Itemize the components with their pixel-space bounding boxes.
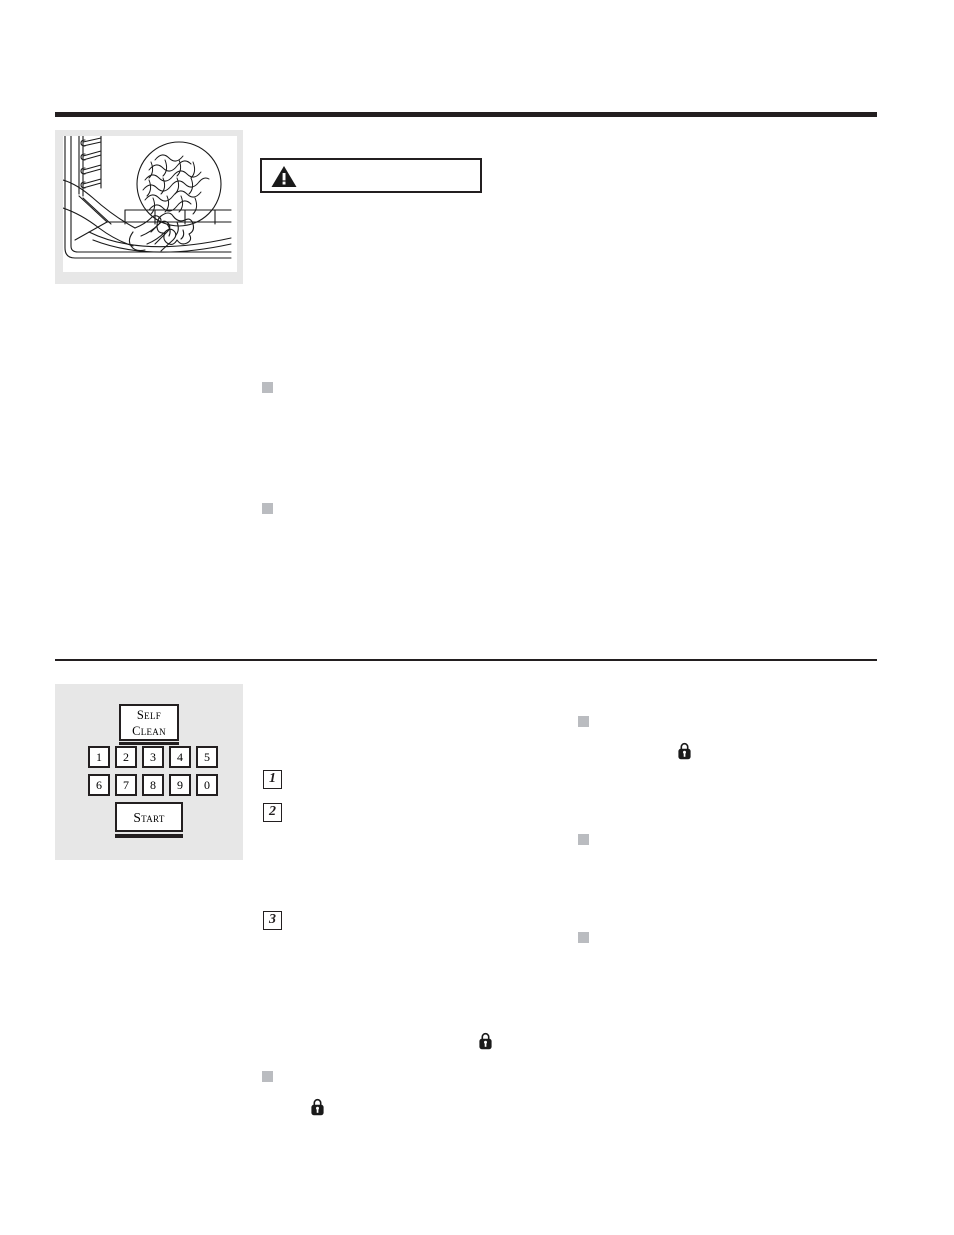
start-underline [115,834,183,838]
keypad-key-7[interactable]: 7 [115,774,137,796]
square-bullet [262,503,273,514]
keypad-key-0[interactable]: 0 [196,774,218,796]
door-lock-icon [678,742,691,760]
keypad-key-1[interactable]: 1 [88,746,110,768]
hand-wiping-oven-door-gasket-illustration [55,130,243,284]
warning-triangle-icon [271,166,297,187]
door-lock-icon [479,1032,492,1050]
warning-box [260,158,482,193]
keypad-key-9[interactable]: 9 [169,774,191,796]
keypad-key-6[interactable]: 6 [88,774,110,796]
square-bullet [578,834,589,845]
keypad-key-5[interactable]: 5 [196,746,218,768]
step-number-3: 3 [263,911,282,930]
keypad-key-2[interactable]: 2 [115,746,137,768]
start-button[interactable]: Start [115,802,183,832]
self-clean-line-2: Clean [132,724,166,738]
keypad-key-3[interactable]: 3 [142,746,164,768]
self-clean-underline [119,742,179,745]
square-bullet [262,1071,273,1082]
oven-control-panel-illustration: Self Clean 1 2 3 4 5 6 7 8 9 0 Start [55,684,243,860]
square-bullet [578,932,589,943]
self-clean-button[interactable]: Self Clean [119,704,179,741]
step-number-1: 1 [263,770,282,789]
self-clean-line-1: Self [136,708,162,722]
oven-door-wipe-drawing [63,136,232,259]
top-horizontal-rule [55,112,877,117]
illustration-inner-canvas [63,136,237,272]
manual-page: Self Clean 1 2 3 4 5 6 7 8 9 0 Start 1 2… [0,0,954,1235]
keypad-key-4[interactable]: 4 [169,746,191,768]
door-lock-icon [311,1098,324,1116]
keypad-key-8[interactable]: 8 [142,774,164,796]
square-bullet [262,382,273,393]
section-divider-rule [55,659,877,661]
square-bullet [578,716,589,727]
step-number-2: 2 [263,803,282,822]
